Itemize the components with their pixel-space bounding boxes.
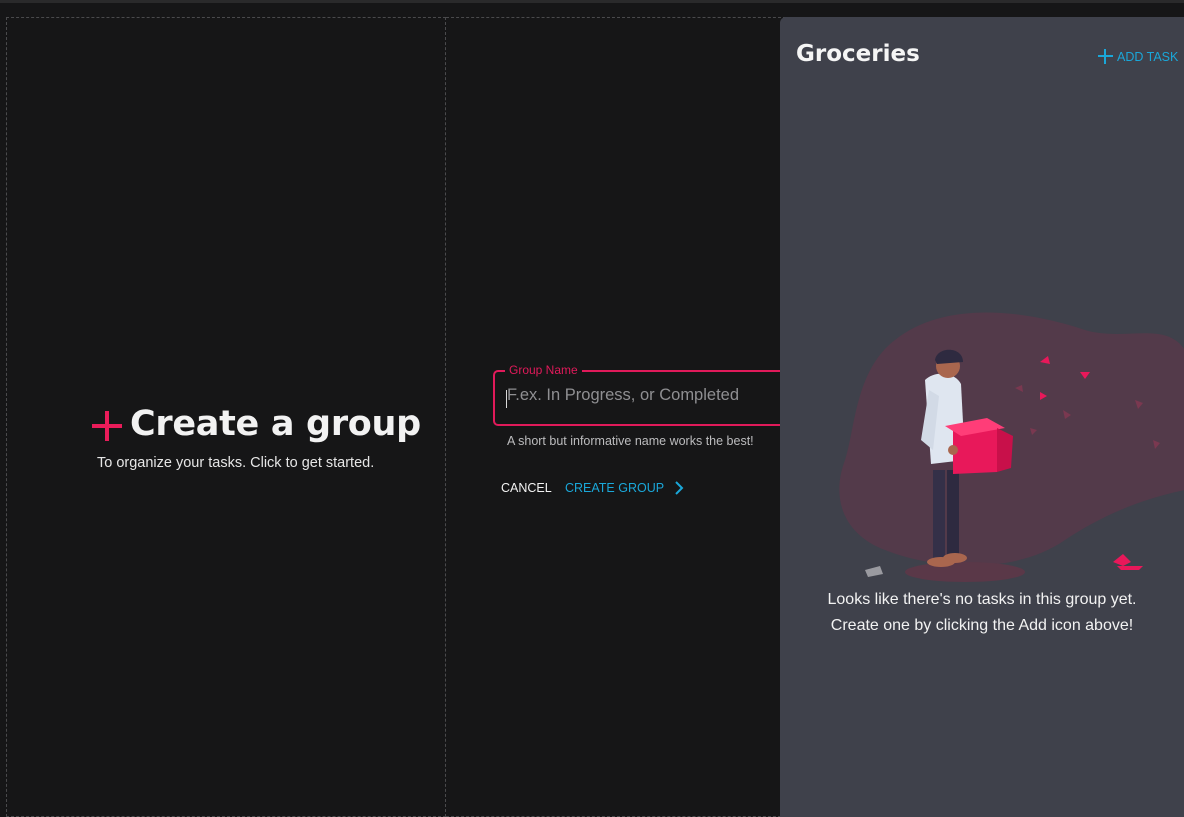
plus-icon xyxy=(92,411,122,441)
cancel-button[interactable]: CANCEL xyxy=(501,481,552,495)
group-name-field[interactable]: Group Name xyxy=(493,363,793,426)
empty-state-line-2: Create one by clicking the Add icon abov… xyxy=(830,617,1134,634)
chevron-right-icon xyxy=(675,481,684,495)
group-name-helper-text: A short but informative name works the b… xyxy=(507,434,754,448)
create-group-button-label: CREATE GROUP xyxy=(565,481,665,495)
create-group-button[interactable]: CREATE GROUP xyxy=(565,481,686,495)
create-group-heading[interactable]: Create a group xyxy=(92,404,421,444)
group-title: Groceries xyxy=(796,41,920,67)
add-task-button[interactable]: ADD TASK xyxy=(1098,49,1178,64)
empty-state-illustration xyxy=(839,312,1184,582)
empty-state-message: Looks like there's no tasks in this grou… xyxy=(780,587,1184,639)
group-name-label: Group Name xyxy=(505,363,582,377)
add-icon xyxy=(1098,49,1113,64)
group-name-input[interactable] xyxy=(507,386,777,405)
create-group-title: Create a group xyxy=(130,404,421,444)
add-task-label: ADD TASK xyxy=(1117,49,1179,64)
top-bar xyxy=(0,0,1184,3)
groceries-group-panel: Groceries ADD TASK Looks like there's no… xyxy=(780,17,1184,817)
create-group-subtitle: To organize your tasks. Click to get sta… xyxy=(97,455,375,471)
empty-state-line-1: Looks like there's no tasks in this grou… xyxy=(827,591,1137,608)
